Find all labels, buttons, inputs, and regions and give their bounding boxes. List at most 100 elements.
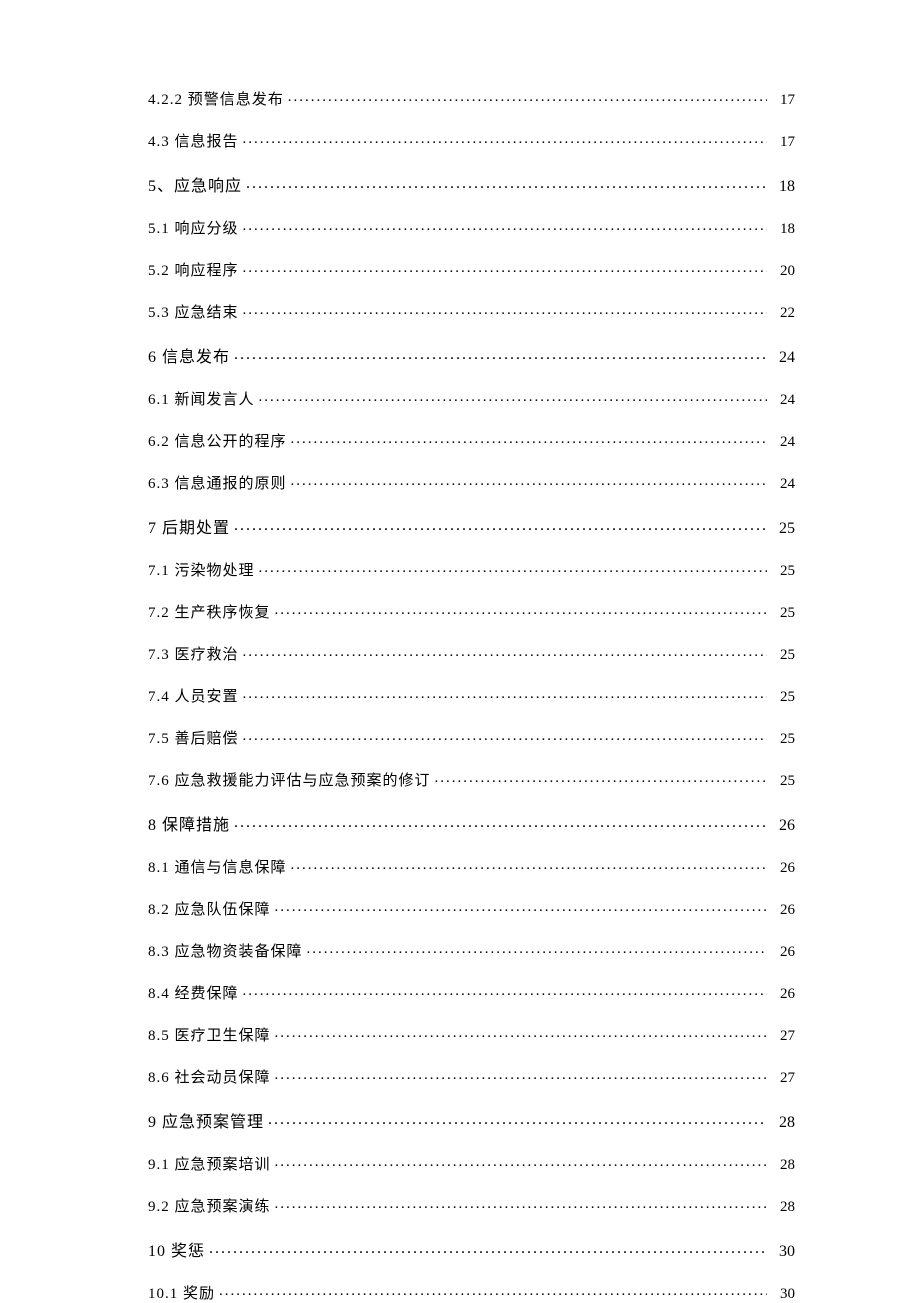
toc-label: 5.2 响应程序 [148, 259, 239, 280]
toc-page-number: 27 [771, 1070, 795, 1087]
toc-entry: 6.2 信息公开的程序 24 [148, 430, 795, 451]
toc-leader-dots [239, 983, 771, 998]
toc-entry: 8.6 社会动员保障 27 [148, 1066, 795, 1087]
toc-entry: 10.1 奖励 30 [148, 1282, 795, 1303]
toc-leader-dots [271, 1154, 771, 1169]
toc-entry: 6.1 新闻发言人 24 [148, 388, 795, 409]
toc-leader-dots [264, 1111, 771, 1127]
toc-label: 7.5 善后赔偿 [148, 727, 239, 748]
toc-label: 9.2 应急预案演练 [148, 1195, 271, 1216]
toc-leader-dots [287, 473, 771, 488]
toc-entry: 4.3 信息报告 17 [148, 130, 795, 151]
toc-entry: 6.3 信息通报的原则 24 [148, 472, 795, 493]
toc-page-number: 18 [771, 178, 795, 196]
toc-page-number: 27 [771, 1028, 795, 1045]
toc-entry: 7.2 生产秩序恢复 25 [148, 601, 795, 622]
toc-label: 4.3 信息报告 [148, 130, 239, 151]
toc-entry: 7.6 应急救援能力评估与应急预案的修订 25 [148, 769, 795, 790]
toc-label: 6.3 信息通报的原则 [148, 472, 287, 493]
toc-page-number: 25 [771, 731, 795, 748]
toc-leader-dots [239, 728, 771, 743]
toc-page-number: 26 [771, 817, 795, 835]
toc-label: 10.1 奖励 [148, 1282, 215, 1303]
toc-leader-dots [239, 260, 771, 275]
toc-page-number: 28 [771, 1199, 795, 1216]
toc-page-number: 24 [771, 476, 795, 493]
toc-leader-dots [271, 602, 771, 617]
toc-leader-dots [271, 1025, 771, 1040]
toc-label: 7.6 应急救援能力评估与应急预案的修订 [148, 769, 431, 790]
toc-page-number: 24 [771, 392, 795, 409]
toc-page-number: 26 [771, 944, 795, 961]
toc-entry: 8 保障措施 26 [148, 811, 795, 835]
toc-entry: 7.4 人员安置 25 [148, 685, 795, 706]
toc-label: 8.3 应急物资装备保障 [148, 940, 303, 961]
toc-page-number: 20 [771, 263, 795, 280]
toc-leader-dots [230, 346, 771, 362]
toc-leader-dots [271, 1196, 771, 1211]
toc-page-number: 25 [771, 520, 795, 538]
toc-label: 6.1 新闻发言人 [148, 388, 255, 409]
toc-entry: 5.1 响应分级 18 [148, 217, 795, 238]
toc-label: 5、应急响应 [148, 172, 242, 196]
toc-page-number: 25 [771, 689, 795, 706]
toc-leader-dots [239, 644, 771, 659]
toc-leader-dots [239, 131, 771, 146]
toc-page-number: 25 [771, 647, 795, 664]
toc-entry: 5.3 应急结束 22 [148, 301, 795, 322]
toc-leader-dots [205, 1240, 771, 1256]
toc-entry: 7.3 医疗救治 25 [148, 643, 795, 664]
toc-page-number: 30 [771, 1286, 795, 1303]
toc-leader-dots [230, 517, 771, 533]
toc-entry: 8.5 医疗卫生保障 27 [148, 1024, 795, 1045]
toc-page-number: 17 [771, 92, 795, 109]
toc-label: 8.2 应急队伍保障 [148, 898, 271, 919]
toc-label: 10 奖惩 [148, 1237, 205, 1261]
toc-page-number: 25 [771, 563, 795, 580]
toc-leader-dots [271, 899, 771, 914]
toc-label: 7.2 生产秩序恢复 [148, 601, 271, 622]
toc-leader-dots [230, 814, 771, 830]
toc-entry: 5.2 响应程序 20 [148, 259, 795, 280]
toc-label: 7.1 污染物处理 [148, 559, 255, 580]
toc-label: 8.6 社会动员保障 [148, 1066, 271, 1087]
toc-entry: 8.3 应急物资装备保障 26 [148, 940, 795, 961]
toc-leader-dots [215, 1283, 771, 1298]
toc-entry: 9.2 应急预案演练 28 [148, 1195, 795, 1216]
toc-label: 5.3 应急结束 [148, 301, 239, 322]
toc-entry: 7.5 善后赔偿 25 [148, 727, 795, 748]
toc-leader-dots [242, 175, 771, 191]
toc-label: 5.1 响应分级 [148, 217, 239, 238]
toc-page-number: 24 [771, 349, 795, 367]
toc-label: 6 信息发布 [148, 343, 230, 367]
toc-label: 8 保障措施 [148, 811, 230, 835]
toc-page-number: 26 [771, 902, 795, 919]
toc-entry: 9 应急预案管理 28 [148, 1108, 795, 1132]
toc-label: 9 应急预案管理 [148, 1108, 264, 1132]
toc-label: 4.2.2 预警信息发布 [148, 88, 284, 109]
toc-label: 8.1 通信与信息保障 [148, 856, 287, 877]
toc-leader-dots [303, 941, 771, 956]
toc-page-number: 18 [771, 221, 795, 238]
toc-leader-dots [287, 857, 771, 872]
toc-leader-dots [239, 302, 771, 317]
toc-label: 8.5 医疗卫生保障 [148, 1024, 271, 1045]
toc-entry: 9.1 应急预案培训 28 [148, 1153, 795, 1174]
toc-page-number: 28 [771, 1114, 795, 1132]
toc-label: 7.4 人员安置 [148, 685, 239, 706]
table-of-contents: 4.2.2 预警信息发布 17 4.3 信息报告 17 5、应急响应 18 5.… [148, 88, 795, 1303]
toc-entry: 8.2 应急队伍保障 26 [148, 898, 795, 919]
toc-leader-dots [239, 218, 771, 233]
toc-label: 7 后期处置 [148, 514, 230, 538]
toc-leader-dots [255, 389, 771, 404]
toc-leader-dots [239, 686, 771, 701]
toc-entry: 7.1 污染物处理 25 [148, 559, 795, 580]
toc-page-number: 26 [771, 860, 795, 877]
toc-label: 7.3 医疗救治 [148, 643, 239, 664]
toc-leader-dots [284, 89, 771, 104]
toc-page-number: 25 [771, 773, 795, 790]
toc-page-number: 25 [771, 605, 795, 622]
toc-page-number: 22 [771, 305, 795, 322]
toc-page-number: 24 [771, 434, 795, 451]
toc-entry: 4.2.2 预警信息发布 17 [148, 88, 795, 109]
